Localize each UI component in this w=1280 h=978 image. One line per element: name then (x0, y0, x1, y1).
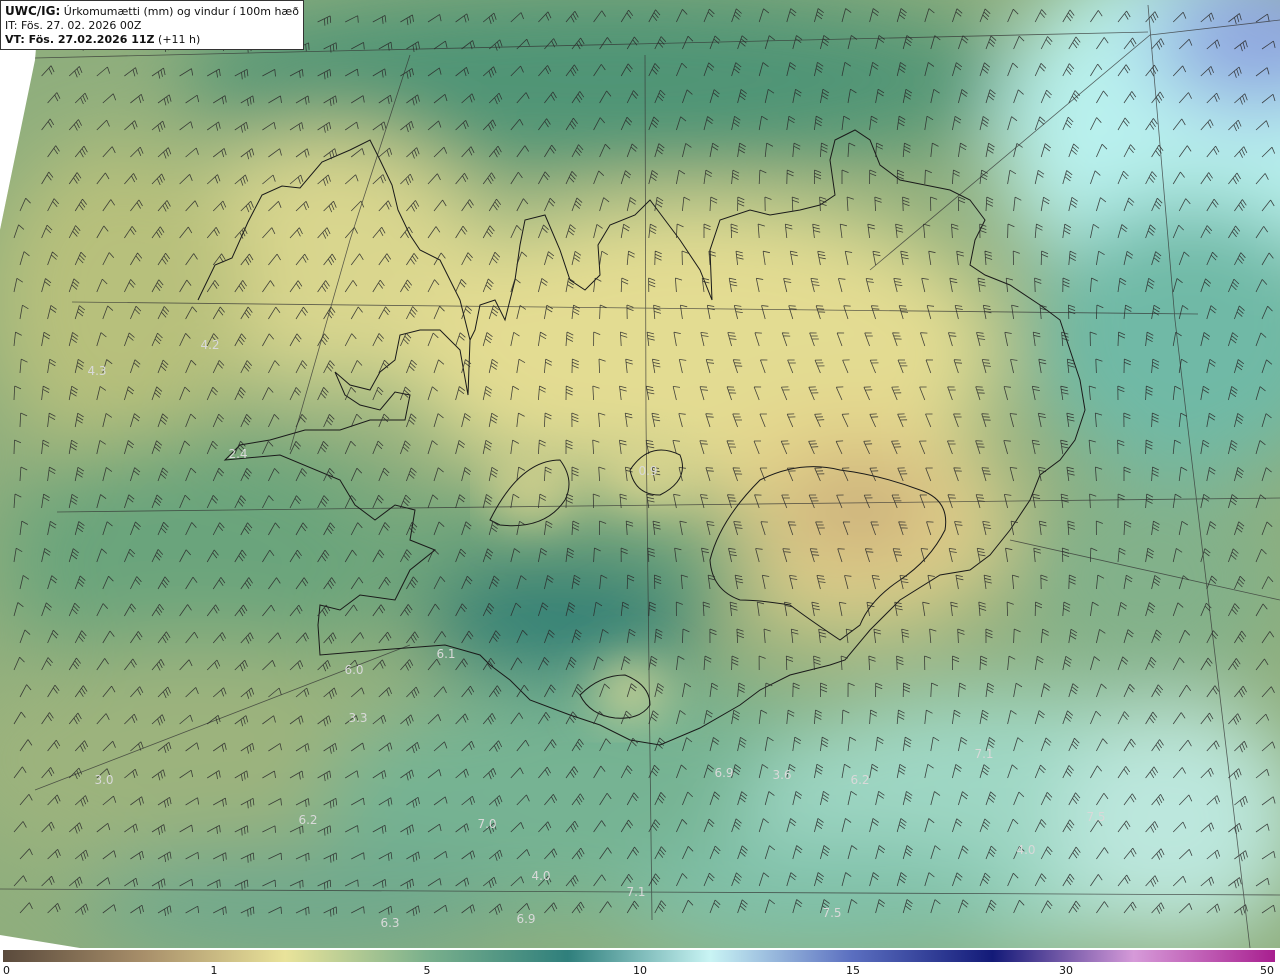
precip-value-label: 6.2 (298, 813, 318, 827)
colorbar-tick-label: 30 (1059, 964, 1073, 977)
valid-line: VT: Fös. 27.02.2026 11Z (+11 h) (5, 33, 299, 47)
colorbar: 0 1 5 10 15 30 50 (0, 948, 1280, 978)
precip-value-label: 6.0 (344, 663, 364, 677)
colorbar-tick-label: 0 (3, 964, 10, 977)
colorbar-tick-label: 50 (1260, 964, 1274, 977)
precip-value-label: 3.6 (772, 768, 792, 782)
precip-value-label: 6.9 (516, 912, 536, 926)
colorbar-tick-label: 10 (633, 964, 647, 977)
map-info-box: UWC/IG: Úrkomumætti (mm) og vindur í 100… (0, 0, 304, 50)
precip-value-label: 7.1 (974, 747, 994, 761)
precip-value-label: 7.0 (477, 817, 497, 831)
precip-value-label: 3.3 (348, 711, 368, 725)
precip-value-label: 7.1 (626, 885, 646, 899)
valid-time: VT: Fös. 27.02.2026 11Z (5, 33, 155, 46)
precip-value-label: 4.0 (1016, 843, 1036, 857)
model-name: UWC/IG: (5, 4, 61, 18)
title-line: UWC/IG: Úrkomumætti (mm) og vindur í 100… (5, 4, 299, 19)
colorbar-tick-label: 5 (423, 964, 431, 977)
precip-value-label: 6.9 (714, 766, 734, 780)
precip-value-label: 4.0 (531, 869, 551, 883)
precip-value-label: 4.2 (200, 338, 220, 352)
forecast-hour: (+11 h) (158, 33, 201, 46)
precip-value-label: 6.3 (380, 916, 400, 930)
precip-value-label: 7.5 (822, 906, 842, 920)
colorbar-tick-label: 15 (846, 964, 860, 977)
map-area: 4.3 4.2 2.4 6.0 6.1 3.3 3.0 6.2 7.0 4.0 6.9 6.3 7.1 6… (0, 0, 1280, 948)
precip-value-label: 3.0 (94, 773, 114, 787)
precip-value-label: 6.2 (850, 773, 870, 787)
colorbar-gradient (3, 950, 1275, 962)
map-title: Úrkomumætti (mm) og vindur í 100m hæð (63, 5, 299, 18)
precip-value-label: 4.3 (87, 364, 107, 378)
colorbar-tick-label: 1 (210, 964, 218, 977)
init-time: IT: Fös. 27. 02. 2026 00Z (5, 19, 142, 32)
precip-value-label: 0.9 (638, 464, 658, 478)
precip-value-label: 7.5 (1086, 810, 1106, 824)
precip-value-label: 2.4 (228, 447, 248, 461)
precip-value-label: 6.1 (436, 647, 456, 661)
